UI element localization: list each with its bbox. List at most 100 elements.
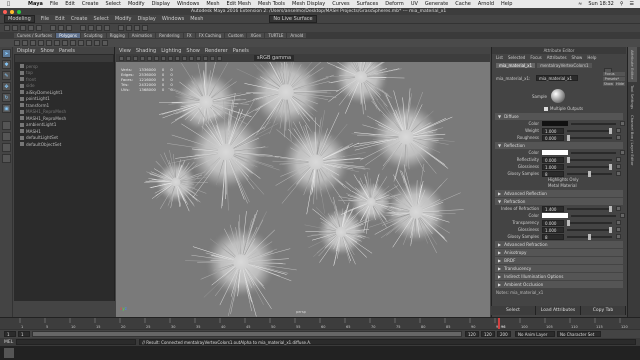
mac-menu-surfaces[interactable]: Surfaces: [357, 1, 379, 7]
mac-menu-edit-mesh[interactable]: Edit Mesh: [227, 1, 251, 7]
lasso-tool-icon[interactable]: ✱: [2, 60, 11, 69]
persp-outliner-icon[interactable]: [2, 154, 11, 163]
range-bar[interactable]: [32, 331, 462, 337]
smooth-shade-icon[interactable]: [175, 55, 180, 61]
slider-knob[interactable]: [567, 219, 570, 226]
map-button[interactable]: [616, 135, 621, 140]
maya-menu-create[interactable]: Create: [71, 16, 88, 22]
minimize-icon[interactable]: [10, 9, 14, 14]
ae-menu-help[interactable]: Help: [587, 55, 596, 60]
vp-menu-shading[interactable]: Shading: [136, 48, 156, 54]
slider-knob[interactable]: [609, 226, 612, 233]
attr-slider[interactable]: [567, 205, 612, 212]
attr-value-field[interactable]: 0.000: [542, 219, 564, 226]
shelf-tab-fx[interactable]: FX: [183, 33, 195, 38]
scale-tool-icon[interactable]: ▣: [2, 104, 11, 113]
color-swatch[interactable]: [542, 150, 568, 155]
attr-value-field[interactable]: 0.000: [542, 156, 564, 163]
snap-point-icon[interactable]: [96, 25, 102, 31]
shelf-tab-turtle[interactable]: TURTLE: [265, 33, 287, 38]
select-hierarchy-icon[interactable]: [50, 25, 56, 31]
live-surface-field[interactable]: No Live Surface: [269, 15, 317, 23]
mac-menu-select[interactable]: Select: [106, 1, 121, 7]
outliner-search-input[interactable]: [15, 55, 113, 62]
slider-knob[interactable]: [567, 156, 570, 163]
undo-icon[interactable]: [28, 25, 34, 31]
zoom-icon[interactable]: [17, 9, 21, 14]
anim-layer-dropdown[interactable]: No Anim Layer: [515, 331, 555, 337]
hide-button[interactable]: Hide: [615, 82, 625, 86]
bookmark-icon[interactable]: [133, 55, 138, 61]
shelf-tab-animation[interactable]: Animation: [128, 33, 156, 38]
mac-menu-mesh[interactable]: Mesh: [206, 1, 219, 7]
shelf-tab-fx-caching[interactable]: FX Caching: [195, 33, 225, 38]
app-name[interactable]: Maya: [28, 1, 43, 7]
mel-label[interactable]: MEL: [4, 340, 13, 345]
load-attributes-button[interactable]: Load Attributes: [536, 306, 581, 315]
apple-icon[interactable]: : [7, 1, 10, 7]
attr-value-field[interactable]: 1.000: [542, 226, 564, 233]
camera-attr-icon[interactable]: [126, 55, 131, 61]
select-button[interactable]: Select: [491, 306, 536, 315]
color-slider[interactable]: [571, 122, 616, 125]
attr-slider[interactable]: [567, 156, 612, 163]
ae-menu-attributes[interactable]: Attributes: [547, 55, 567, 60]
color-slider[interactable]: [571, 151, 616, 154]
isolate-select-icon[interactable]: [210, 55, 215, 61]
maya-menu-file[interactable]: File: [41, 16, 49, 22]
attr-value-field[interactable]: 8: [542, 170, 564, 177]
outliner-menu-show[interactable]: Show: [40, 48, 54, 54]
camera-icon[interactable]: [119, 55, 124, 61]
tab-tool-settings[interactable]: Tool Settings: [628, 82, 637, 112]
select-tool-icon[interactable]: ➤: [2, 49, 11, 58]
render-icon[interactable]: [118, 25, 124, 31]
mac-menu-display[interactable]: Display: [152, 1, 170, 7]
open-scene-icon[interactable]: [12, 25, 18, 31]
ae-menu-focus[interactable]: Focus: [530, 55, 541, 60]
slider-knob[interactable]: [609, 205, 612, 212]
color-space-dropdown[interactable]: sRGB gamma: [254, 55, 295, 61]
slider-knob[interactable]: [588, 233, 591, 240]
mac-menu-cache[interactable]: Cache: [455, 1, 471, 7]
character-set-dropdown[interactable]: No Character Set: [557, 331, 601, 337]
outliner-layout-icon[interactable]: [2, 143, 11, 152]
focus-button[interactable]: Focus: [602, 72, 625, 76]
ae-menu-show[interactable]: Show: [572, 55, 583, 60]
mac-menu-modify[interactable]: Modify: [128, 1, 145, 7]
mac-menu-uv[interactable]: UV: [411, 1, 418, 7]
attr-value-field[interactable]: 0.000: [542, 134, 564, 141]
slider-knob[interactable]: [588, 170, 591, 177]
section-anisotropy[interactable]: ▶ Anisotropy: [495, 249, 623, 256]
script-editor-icon[interactable]: [4, 348, 14, 358]
attr-slider[interactable]: [567, 127, 612, 134]
attr-slider[interactable]: [567, 233, 612, 240]
hypershade-icon[interactable]: [142, 25, 148, 31]
map-button[interactable]: [620, 121, 625, 126]
ipr-render-icon[interactable]: [126, 25, 132, 31]
slider-knob[interactable]: [609, 163, 612, 170]
attr-slider[interactable]: [567, 134, 612, 141]
mac-menu-curves[interactable]: Curves: [332, 1, 349, 7]
multiple-outputs-checkbox[interactable]: [544, 106, 548, 111]
section-indirect-illumination[interactable]: ▶ Indirect Illumination Options: [495, 273, 623, 280]
attr-slider[interactable]: [567, 219, 612, 226]
vp-menu-view[interactable]: View: [119, 48, 131, 54]
section-advanced-refraction[interactable]: ▶ Advanced Refraction: [495, 241, 623, 248]
outliner-menu-panels[interactable]: Panels: [59, 48, 75, 54]
poly-cone-icon[interactable]: [38, 40, 44, 46]
single-pane-icon[interactable]: [2, 121, 11, 130]
extrude-icon[interactable]: [78, 40, 84, 46]
mac-menu-create[interactable]: Create: [82, 1, 99, 7]
resolution-gate-icon[interactable]: [161, 55, 166, 61]
outliner-menu-display[interactable]: Display: [17, 48, 35, 54]
section-brdf[interactable]: ▶ BRDF: [495, 257, 623, 264]
select-component-icon[interactable]: [66, 25, 72, 31]
separate-icon[interactable]: [70, 40, 76, 46]
snap-grid-icon[interactable]: [80, 25, 86, 31]
paint-select-icon[interactable]: ✎: [2, 71, 11, 80]
film-gate-icon[interactable]: [154, 55, 159, 61]
ae-tab-vertex-colors[interactable]: mentalrayVertexColors1: [537, 62, 592, 68]
maya-menu-select[interactable]: Select: [93, 16, 108, 22]
metal-material-checkbox[interactable]: Metal Material: [548, 183, 626, 189]
spotlight-icon[interactable]: ⚲: [620, 1, 624, 7]
